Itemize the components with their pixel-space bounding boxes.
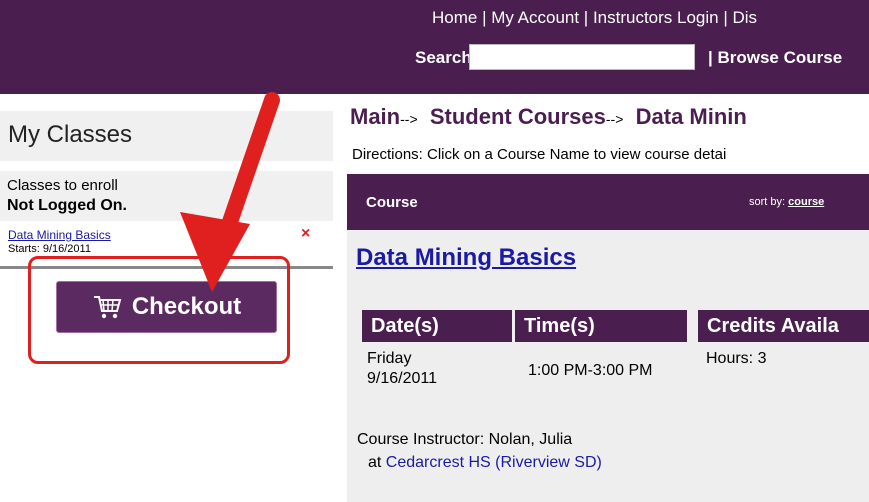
annotation-arrow-icon [180,92,280,292]
